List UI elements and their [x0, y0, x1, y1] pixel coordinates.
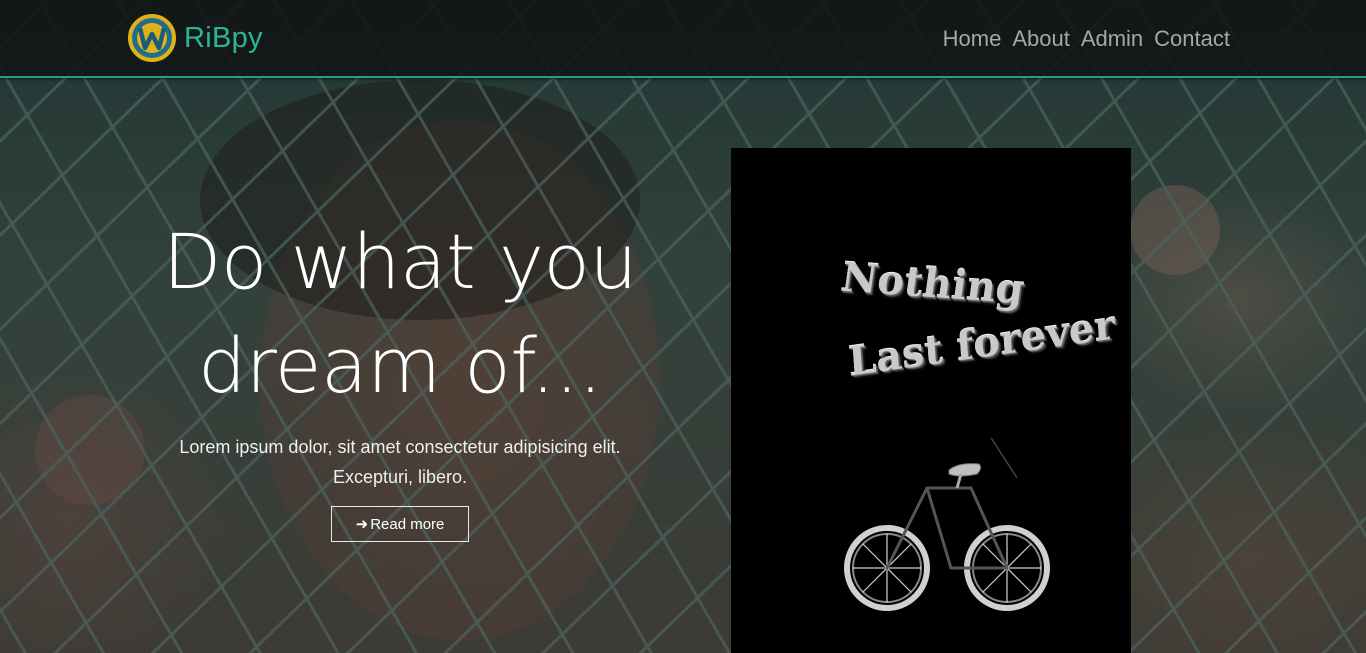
- nav-link-home[interactable]: Home: [943, 26, 1002, 52]
- read-more-button[interactable]: ➜ Read more: [331, 506, 469, 542]
- poster-image: Nothing Last forever: [731, 148, 1131, 653]
- brand-name: RiBpy: [184, 21, 263, 54]
- arrow-right-icon: ➜: [355, 516, 369, 533]
- nav-link-contact[interactable]: Contact: [1154, 26, 1230, 52]
- brand-link[interactable]: RiBpy: [128, 14, 263, 62]
- hero-subtitle: Lorem ipsum dolor, sit amet consectetur …: [150, 432, 650, 492]
- hero-content: Do what you dream of... Lorem ipsum dolo…: [150, 210, 650, 542]
- nav-link-admin[interactable]: Admin: [1081, 26, 1143, 52]
- nav-link-about[interactable]: About: [1012, 26, 1070, 52]
- poster-line2: Last forever: [846, 301, 1117, 386]
- navbar: RiBpy Home About Admin Contact: [0, 0, 1366, 78]
- w-logo-icon: [128, 14, 176, 62]
- hero-heading-line1: Do what you: [162, 217, 638, 306]
- nav-links: Home About Admin Contact: [943, 26, 1230, 52]
- poster-line1: Nothing: [837, 253, 1028, 314]
- hero-heading: Do what you dream of...: [150, 210, 650, 418]
- hero-heading-line2: dream of...: [197, 321, 603, 410]
- hero-subtitle-line1: Lorem ipsum dolor, sit amet consectetur …: [179, 437, 621, 457]
- hero-subtitle-line2: Excepturi, libero.: [332, 467, 468, 487]
- bicycle-icon: [844, 438, 1050, 611]
- read-more-label: Read more: [370, 515, 445, 533]
